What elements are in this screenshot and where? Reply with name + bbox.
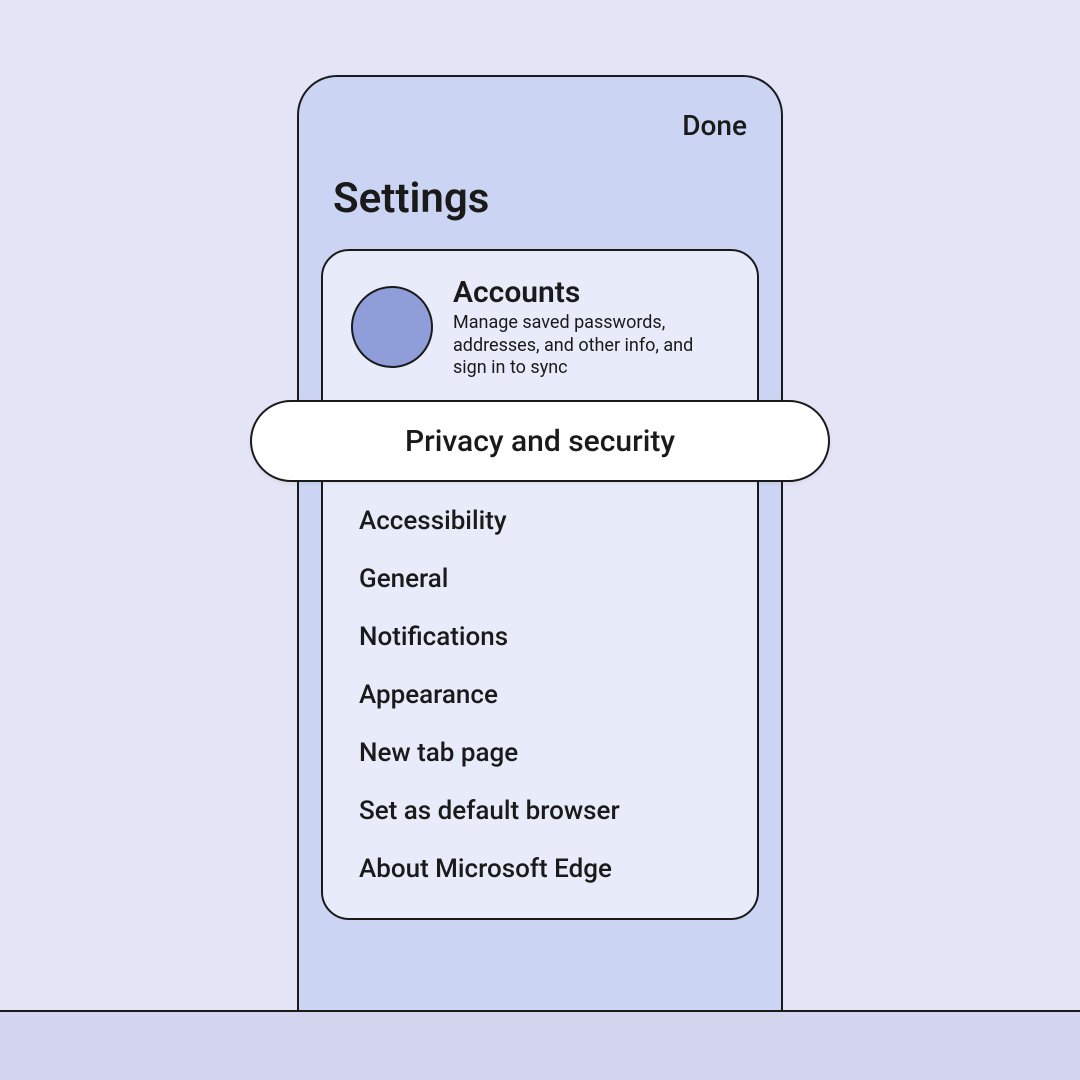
settings-item-notifications[interactable]: Notifications bbox=[323, 608, 757, 666]
avatar-icon bbox=[351, 286, 433, 368]
accounts-title: Accounts bbox=[453, 275, 703, 310]
settings-item-privacy-security[interactable]: Privacy and security bbox=[250, 400, 830, 482]
settings-item-default-browser[interactable]: Set as default browser bbox=[323, 782, 757, 840]
settings-item-new-tab-page[interactable]: New tab page bbox=[323, 724, 757, 782]
accounts-description: Manage saved passwords, addresses, and o… bbox=[453, 312, 703, 380]
settings-item-about[interactable]: About Microsoft Edge bbox=[323, 840, 757, 898]
top-bar: Done bbox=[299, 77, 781, 142]
ground-fill bbox=[0, 1012, 1080, 1080]
page-title: Settings bbox=[299, 142, 781, 249]
settings-item-general[interactable]: General bbox=[323, 550, 757, 608]
settings-item-appearance[interactable]: Appearance bbox=[323, 666, 757, 724]
accounts-text: Accounts Manage saved passwords, address… bbox=[453, 275, 703, 380]
settings-item-accounts[interactable]: Accounts Manage saved passwords, address… bbox=[323, 275, 757, 400]
privacy-security-label: Privacy and security bbox=[405, 424, 675, 459]
settings-panel: Accounts Manage saved passwords, address… bbox=[321, 249, 759, 920]
done-button[interactable]: Done bbox=[682, 109, 747, 142]
phone-frame: Done Settings Accounts Manage saved pass… bbox=[297, 75, 783, 1010]
settings-item-accessibility[interactable]: Accessibility bbox=[323, 492, 757, 550]
